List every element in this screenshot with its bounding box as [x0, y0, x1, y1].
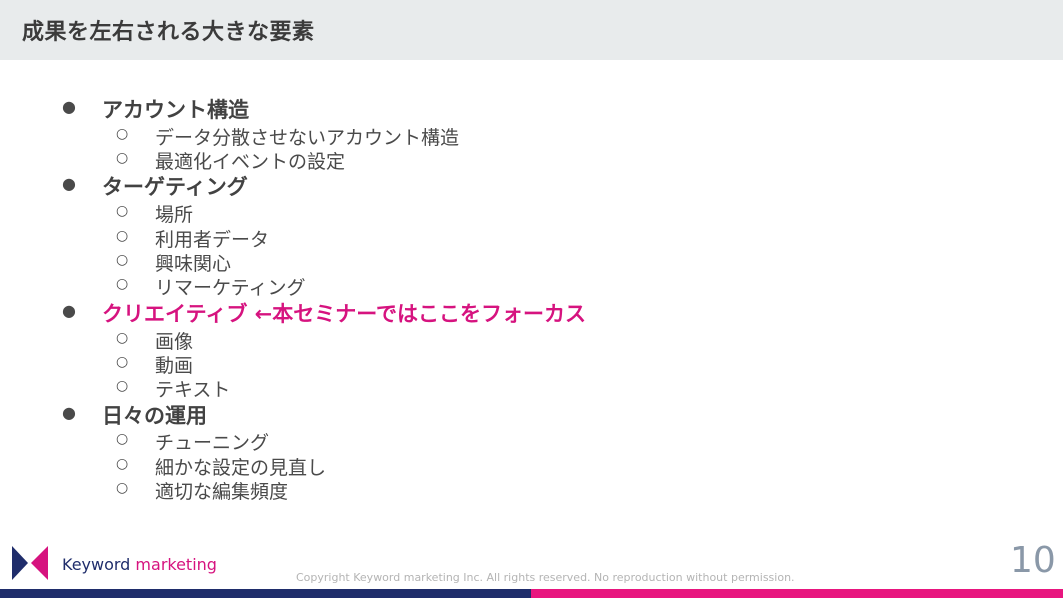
circle-bullet-icon: ○	[116, 276, 129, 292]
copyright-notice: Copyright Keyword marketing Inc. All rig…	[296, 571, 795, 584]
circle-bullet-icon: ○	[116, 456, 129, 472]
outline-subitem-label: 適切な編集頻度	[155, 481, 289, 503]
outline-subitem-label: 興味関心	[155, 253, 232, 275]
circle-bullet-icon: ○	[116, 203, 129, 219]
outline-subitem-label: チューニング	[155, 432, 270, 454]
outline-subitem-label: 動画	[155, 355, 194, 377]
outline-subitem-label: 細かな設定の見直し	[155, 457, 327, 479]
page-number: 10	[1010, 540, 1056, 581]
slide-title: 成果を左右される大きな要素	[22, 20, 315, 45]
outline-subitem-label: 利用者データ	[155, 229, 270, 251]
outline-subitem-label: データ分散させないアカウント構造	[155, 127, 460, 149]
outline-item-label: ターゲティング	[102, 175, 248, 199]
outline-item-label-highlight: クリエイティブ ←本セミナーではここをフォーカス	[102, 302, 586, 326]
circle-bullet-icon: ○	[116, 330, 129, 346]
circle-bullet-icon: ○	[116, 228, 129, 244]
brand-logo-icon	[12, 546, 48, 580]
circle-bullet-icon: ○	[116, 150, 129, 166]
brand-name-part2: marketing	[135, 555, 217, 574]
circle-bullet-icon: ○	[116, 378, 129, 394]
circle-bullet-icon: ○	[116, 354, 129, 370]
footer-bar-magenta	[531, 589, 1063, 598]
bullet-icon: ●	[62, 97, 76, 116]
circle-bullet-icon: ○	[116, 480, 129, 496]
bullet-icon: ●	[62, 301, 76, 320]
circle-bullet-icon: ○	[116, 431, 129, 447]
outline-subitem-label: テキスト	[155, 379, 231, 401]
bullet-icon: ●	[62, 174, 76, 193]
outline-subitem-label: 場所	[155, 204, 194, 226]
bullet-icon: ●	[62, 403, 76, 422]
circle-bullet-icon: ○	[116, 252, 129, 268]
footer-bar-navy	[0, 589, 531, 598]
brand-name: Keyword marketing	[62, 555, 217, 574]
outline-item-label: 日々の運用	[102, 404, 207, 428]
outline-item-label: アカウント構造	[102, 98, 249, 122]
brand-name-part1: Keyword	[62, 555, 136, 574]
outline-subitem-label: 最適化イベントの設定	[155, 151, 346, 173]
circle-bullet-icon: ○	[116, 126, 129, 142]
outline-subitem-label: 画像	[155, 331, 194, 353]
outline-subitem-label: リマーケティング	[155, 277, 306, 299]
title-bar: 成果を左右される大きな要素	[0, 0, 1063, 60]
